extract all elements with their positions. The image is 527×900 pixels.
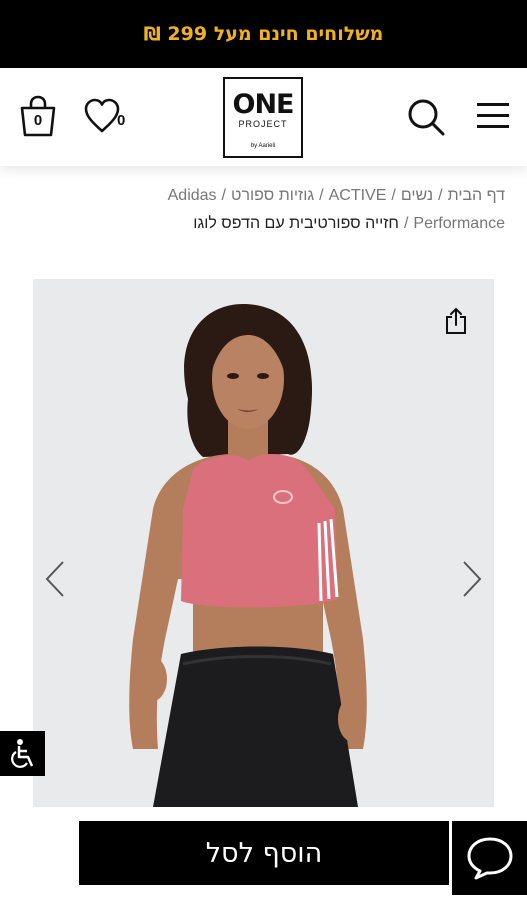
breadcrumb-adidas[interactable]: Adidas bbox=[168, 187, 217, 204]
breadcrumb-separator: / bbox=[319, 187, 324, 204]
chevron-right-icon bbox=[463, 561, 482, 597]
breadcrumb-separator: / bbox=[391, 187, 396, 204]
next-image-button[interactable] bbox=[460, 559, 484, 599]
wishlist-button[interactable]: 0 bbox=[84, 98, 134, 138]
breadcrumb-performance[interactable]: Performance bbox=[413, 215, 505, 232]
breadcrumb-separator: / bbox=[438, 187, 443, 204]
wishlist-count: 0 bbox=[117, 112, 126, 129]
product-photo bbox=[129, 304, 367, 807]
breadcrumb-current: חזייה ספורטיבית עם הדפס לוגו bbox=[193, 215, 399, 232]
chat-button[interactable] bbox=[452, 821, 527, 895]
promo-text: משלוחים חינם מעל 299 ₪ bbox=[143, 23, 384, 45]
share-icon bbox=[446, 307, 466, 334]
promo-banner: משלוחים חינם מעל 299 ₪ bbox=[0, 0, 527, 68]
site-logo[interactable]: ONE PROJECT by Aarieli bbox=[223, 77, 303, 158]
chat-icon bbox=[467, 837, 512, 880]
cart-count: 0 bbox=[33, 112, 43, 129]
breadcrumb-women[interactable]: נשים bbox=[401, 187, 433, 204]
accessibility-icon bbox=[10, 738, 33, 768]
menu-icon bbox=[477, 103, 509, 128]
search-button[interactable] bbox=[405, 96, 447, 138]
breadcrumb: דף הבית/נשים/ACTIVE/גוזיות ספורט/Adidas P… bbox=[105, 182, 505, 238]
logo-sub-text: PROJECT bbox=[238, 119, 288, 129]
breadcrumb-sports-bras[interactable]: גוזיות ספורט bbox=[231, 187, 314, 204]
accessibility-button[interactable] bbox=[0, 731, 45, 776]
site-header: ONE PROJECT by Aarieli 0 0 bbox=[0, 68, 527, 166]
product-image-gallery[interactable] bbox=[33, 279, 494, 807]
cart-button[interactable]: 0 bbox=[18, 94, 58, 138]
prev-image-button[interactable] bbox=[43, 559, 67, 599]
breadcrumb-home[interactable]: דף הבית bbox=[448, 187, 505, 204]
add-to-cart-label: הוסף לסל bbox=[205, 837, 323, 869]
chevron-left-icon bbox=[45, 561, 64, 597]
breadcrumb-separator: / bbox=[403, 215, 409, 232]
search-icon bbox=[408, 99, 445, 136]
share-button[interactable] bbox=[444, 307, 468, 335]
logo-main-text: ONE bbox=[232, 89, 295, 120]
menu-button[interactable] bbox=[473, 96, 513, 136]
add-to-cart-button[interactable]: הוסף לסל bbox=[79, 821, 449, 885]
breadcrumb-active[interactable]: ACTIVE bbox=[329, 187, 387, 204]
breadcrumb-separator: / bbox=[221, 187, 226, 204]
logo-by-text: by Aarieli bbox=[250, 143, 276, 149]
